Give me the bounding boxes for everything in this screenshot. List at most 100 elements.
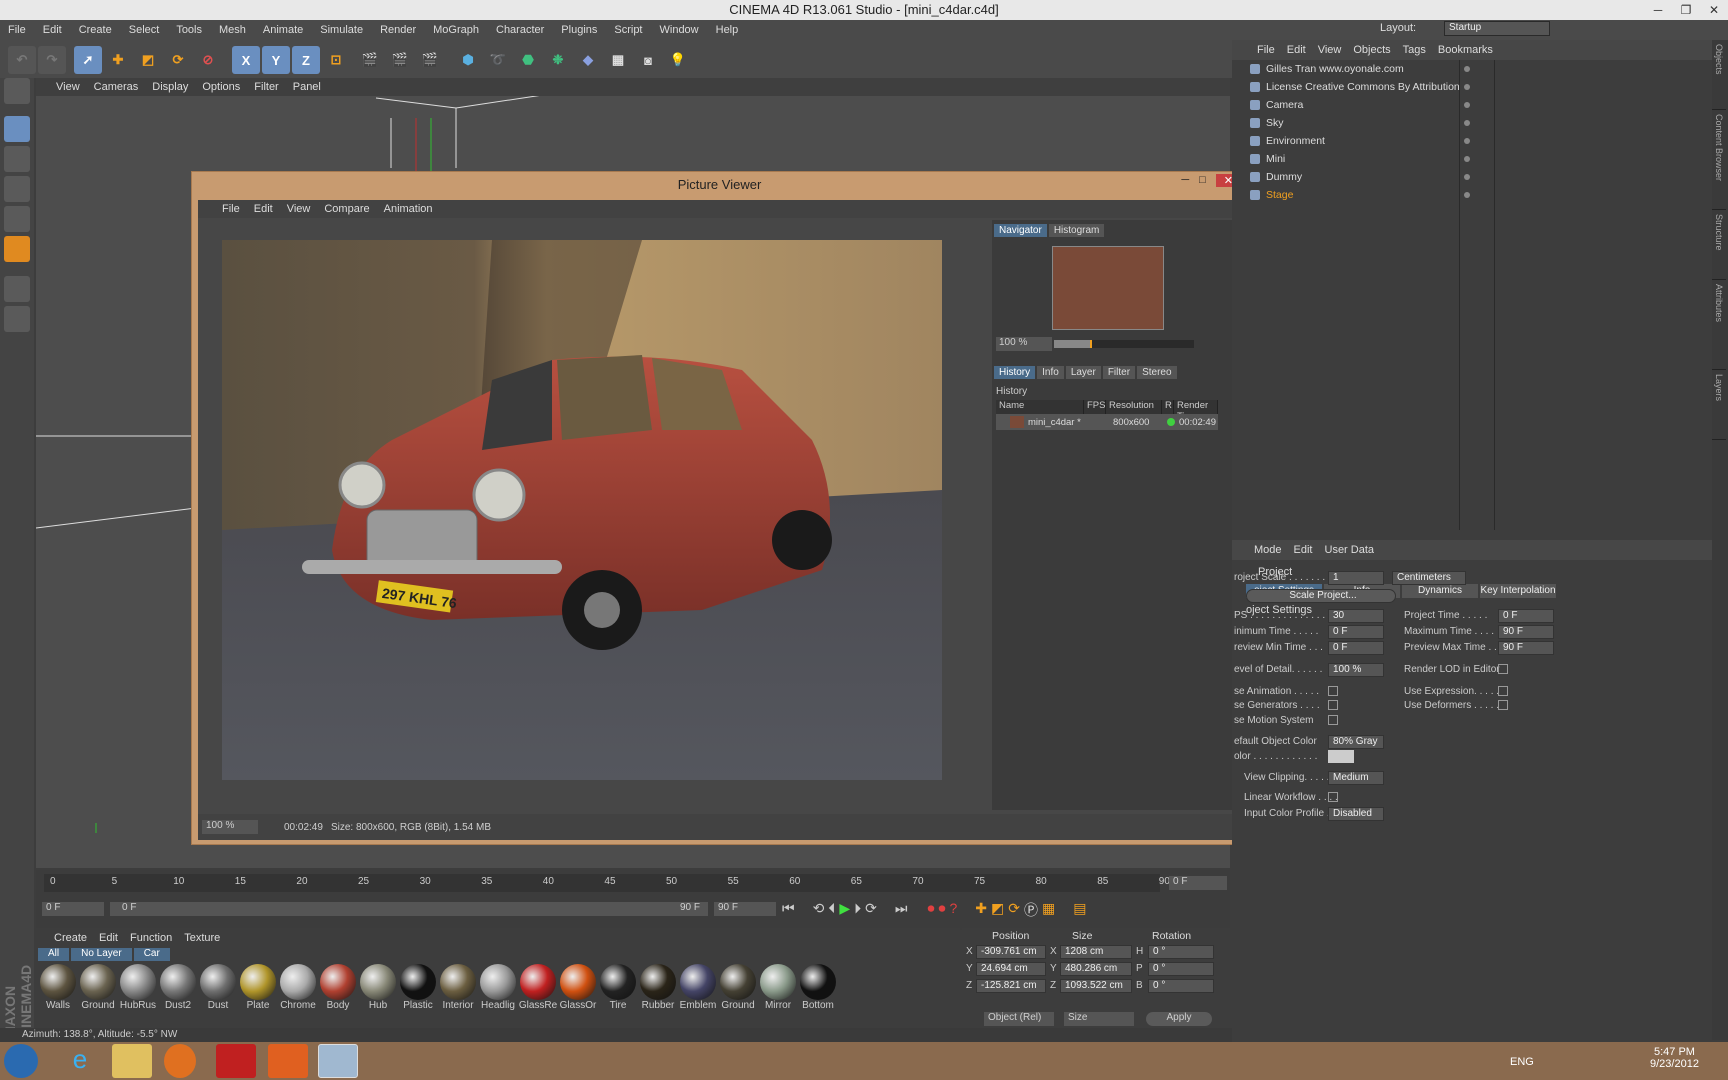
material-filter-1[interactable]: No Layer xyxy=(71,948,132,961)
menu-simulate[interactable]: Simulate xyxy=(320,24,363,36)
goto-end-icon[interactable]: ⏭ xyxy=(895,900,908,920)
attr-field-5[interactable]: 100 % xyxy=(1328,663,1384,677)
visibility-dots[interactable] xyxy=(1464,120,1470,126)
points-mode-icon[interactable] xyxy=(4,176,30,202)
menu-tools[interactable]: Tools xyxy=(176,24,202,36)
menu-create[interactable]: Create xyxy=(79,24,112,36)
material-item[interactable]: Hub xyxy=(358,964,398,1024)
coord-size-field[interactable]: 1093.522 cm xyxy=(1060,979,1132,993)
material-item[interactable]: GlassOr xyxy=(558,964,598,1024)
attr-field2-2[interactable]: 0 F xyxy=(1498,609,1554,623)
menu-select[interactable]: Select xyxy=(129,24,160,36)
viewport-menu-view[interactable]: View xyxy=(56,81,80,93)
minimize-button[interactable]: ─ xyxy=(1644,0,1672,20)
pv-menu-view[interactable]: View xyxy=(287,203,311,215)
zoom-slider[interactable] xyxy=(1054,340,1194,348)
record-icon[interactable]: ⏺ xyxy=(927,900,934,920)
edges-mode-icon[interactable] xyxy=(4,206,30,232)
pv-menu-compare[interactable]: Compare xyxy=(324,203,369,215)
attr-tab-2[interactable]: Dynamics xyxy=(1402,584,1478,598)
camera-icon[interactable]: ◙ xyxy=(634,46,662,74)
material-item[interactable]: Mirror xyxy=(758,964,798,1024)
floor-icon[interactable]: ▦ xyxy=(604,46,632,74)
position-key-icon[interactable]: ✚ xyxy=(975,900,987,920)
visibility-dots[interactable] xyxy=(1464,138,1470,144)
attr-checkbox2-5[interactable] xyxy=(1498,664,1508,674)
material-item[interactable]: Rubber xyxy=(638,964,678,1024)
coord-position-field[interactable]: -309.761 cm xyxy=(976,945,1046,959)
attr-checkbox2-6[interactable] xyxy=(1498,686,1508,696)
frame-range-slider[interactable]: 0 F 90 F xyxy=(110,902,708,916)
material-item[interactable]: HubRus xyxy=(118,964,158,1024)
history-col-4[interactable]: Render Tim xyxy=(1174,400,1218,422)
texture-mode-icon[interactable] xyxy=(4,146,30,172)
scale-key-icon[interactable]: ◩ xyxy=(991,900,1004,920)
history-col-0[interactable]: Name xyxy=(996,400,1084,414)
magnet-icon[interactable] xyxy=(4,306,30,332)
history-col-1[interactable]: FPS xyxy=(1084,400,1106,414)
max-frame-field[interactable]: 90 F xyxy=(714,902,776,916)
coord-size-field[interactable]: 1208 cm xyxy=(1060,945,1132,959)
menu-render[interactable]: Render xyxy=(380,24,416,36)
tab-navigator[interactable]: Navigator xyxy=(994,224,1047,237)
flash-icon[interactable] xyxy=(216,1044,256,1078)
side-tab-3[interactable]: Attributes xyxy=(1712,280,1726,370)
play-icon[interactable]: ▶ xyxy=(839,900,850,920)
tab-history[interactable]: History xyxy=(994,366,1036,379)
redo-icon[interactable]: ↷ xyxy=(38,46,66,74)
tab-info[interactable]: Info xyxy=(1037,366,1064,379)
object-row[interactable]: Camera xyxy=(1232,96,1712,114)
layout-select[interactable]: Startup xyxy=(1444,21,1550,36)
om-menu-tags[interactable]: Tags xyxy=(1403,44,1426,56)
side-tab-4[interactable]: Layers xyxy=(1712,370,1726,440)
history-col-3[interactable]: R xyxy=(1162,400,1174,414)
axis-mode-icon[interactable] xyxy=(4,276,30,302)
light-icon[interactable]: 💡 xyxy=(664,46,692,74)
polygons-mode-icon[interactable] xyxy=(4,236,30,262)
attr-field-11[interactable]: Medium xyxy=(1328,771,1384,785)
attr-field-3[interactable]: 0 F xyxy=(1328,625,1384,639)
visibility-dots[interactable] xyxy=(1464,84,1470,90)
attr-menu-mode[interactable]: Mode xyxy=(1254,544,1282,556)
material-item[interactable]: Ground xyxy=(78,964,118,1024)
current-frame-field[interactable]: 0 F xyxy=(1169,876,1227,890)
coord-size-field[interactable]: 480.286 cm xyxy=(1060,962,1132,976)
om-menu-view[interactable]: View xyxy=(1318,44,1342,56)
menu-file[interactable]: File xyxy=(8,24,26,36)
material-item[interactable]: Tire xyxy=(598,964,638,1024)
render-view-icon[interactable]: 🎬 xyxy=(356,46,384,74)
coord-position-field[interactable]: -125.821 cm xyxy=(976,979,1046,993)
visibility-dots[interactable] xyxy=(1464,192,1470,198)
material-item[interactable]: Bottom xyxy=(798,964,838,1024)
object-row[interactable]: Dummy xyxy=(1232,168,1712,186)
cube-icon[interactable]: ⬢ xyxy=(454,46,482,74)
coord-mode-select[interactable]: Object (Rel) xyxy=(984,1012,1054,1026)
pv-menu-animation[interactable]: Animation xyxy=(384,203,433,215)
material-item[interactable]: Chrome xyxy=(278,964,318,1024)
clock[interactable]: 5:47 PM 9/23/2012 xyxy=(1650,1046,1699,1070)
select-tool-icon[interactable]: ➚ xyxy=(74,46,102,74)
scale-project-button[interactable]: Scale Project... xyxy=(1246,589,1396,603)
close-button[interactable]: ✕ xyxy=(1700,0,1728,20)
goto-start-icon[interactable]: ⏮ xyxy=(782,900,795,920)
attr-tab-3[interactable]: Key Interpolation xyxy=(1480,584,1556,598)
material-menu-texture[interactable]: Texture xyxy=(184,932,220,944)
attr-menu-user-data[interactable]: User Data xyxy=(1325,544,1375,556)
object-row[interactable]: Mini xyxy=(1232,150,1712,168)
keyframe-selection-icon[interactable]: ? xyxy=(949,900,957,920)
history-col-2[interactable]: Resolution xyxy=(1106,400,1162,414)
om-menu-edit[interactable]: Edit xyxy=(1287,44,1306,56)
tab-layer[interactable]: Layer xyxy=(1065,366,1101,379)
undo-icon[interactable]: ↶ xyxy=(8,46,36,74)
navigator-zoom[interactable]: 100 % xyxy=(996,337,1052,351)
attr-field-0[interactable]: 1 xyxy=(1328,571,1384,585)
navigator-thumbnail[interactable] xyxy=(1052,246,1164,330)
material-item[interactable]: Ground xyxy=(718,964,758,1024)
attr-checkbox-6[interactable] xyxy=(1328,686,1338,696)
material-menu-edit[interactable]: Edit xyxy=(99,932,118,944)
menu-script[interactable]: Script xyxy=(614,24,642,36)
object-row[interactable]: License Creative Commons By Attribution xyxy=(1232,78,1712,96)
visibility-dots[interactable] xyxy=(1464,66,1470,72)
color-swatch[interactable] xyxy=(1328,750,1354,763)
menu-help[interactable]: Help xyxy=(716,24,739,36)
